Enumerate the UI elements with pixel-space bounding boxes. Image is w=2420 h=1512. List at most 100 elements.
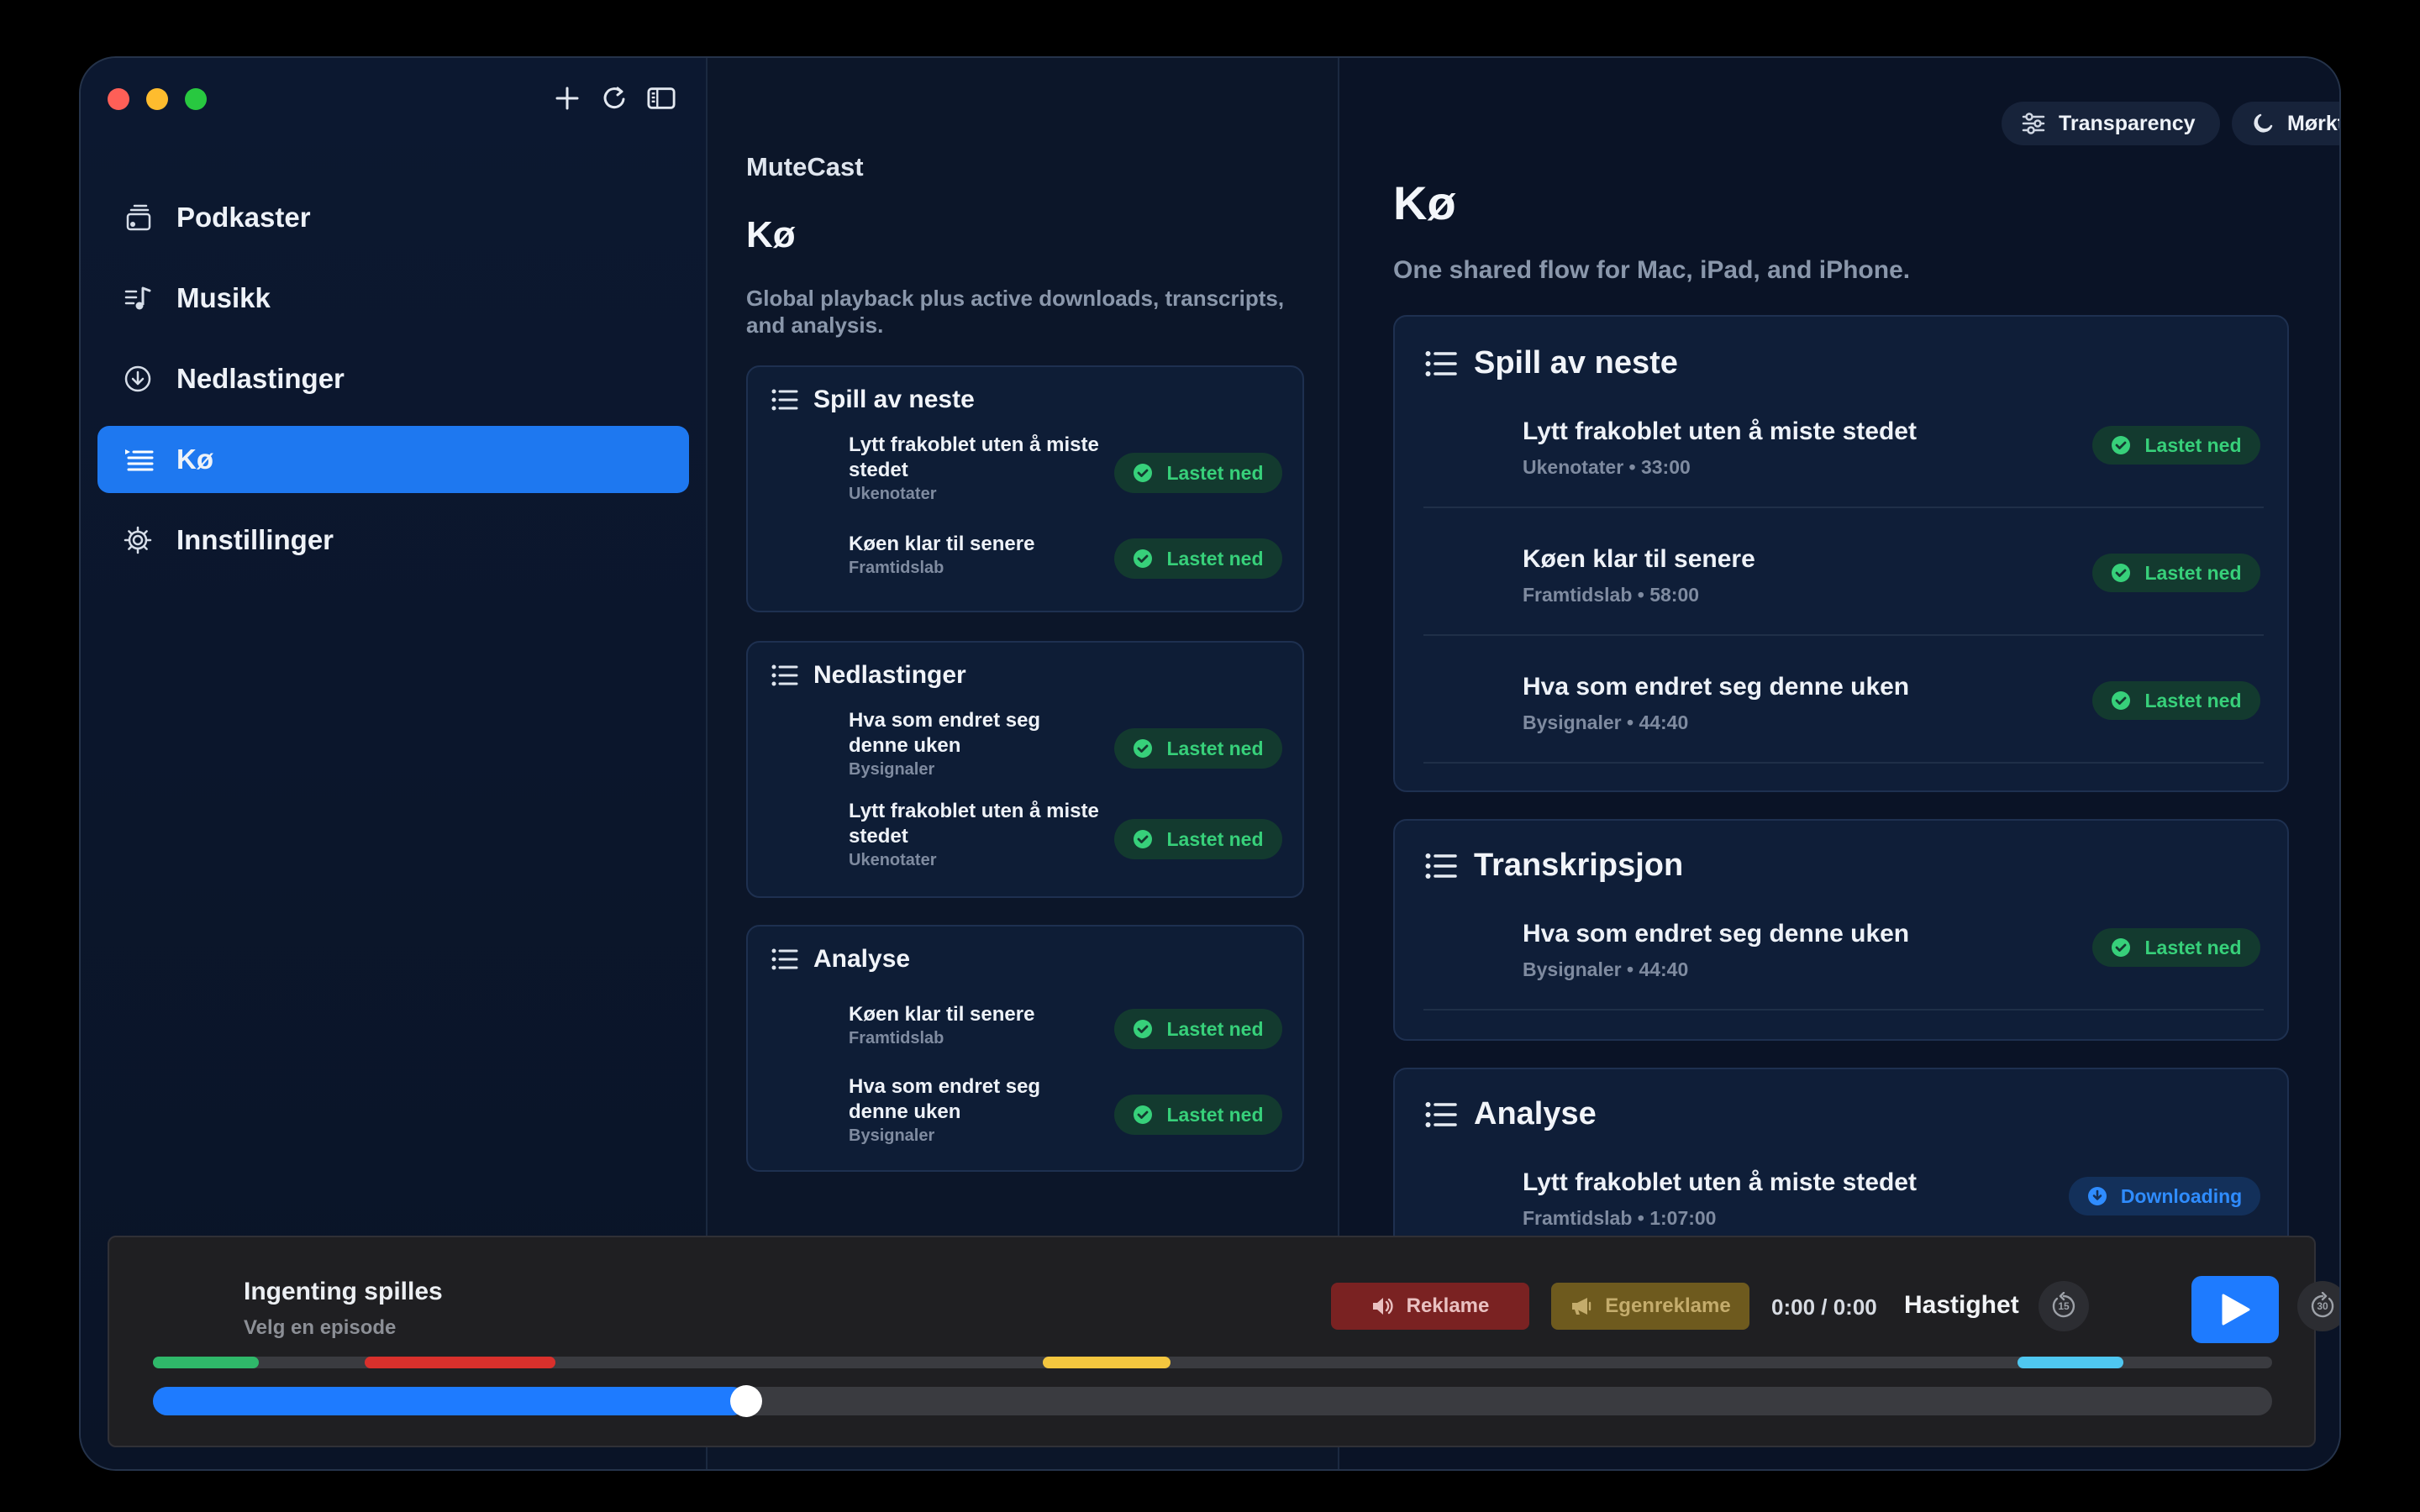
play-icon [2220,1293,2250,1326]
segment-marker [1043,1357,1171,1368]
section-card-nedlastinger: Nedlastinger Hva som endret seg denne uk… [746,641,1304,898]
section-card-spill-av-neste: Spill av neste Lytt frakoblet uten å mis… [1393,315,2289,792]
list-icon [771,388,798,412]
section-title: Spill av neste [813,386,975,413]
status-badge: Lastet ned [2092,681,2260,720]
music-list-icon [119,280,156,317]
section-title: Nedlastinger [813,661,966,689]
refresh-icon[interactable] [600,83,629,113]
list-item[interactable]: Køen klar til senere Framtidslab • 58:00 [1523,545,1755,606]
playback-time: 0:00 / 0:00 [1771,1294,1877,1320]
section-title: Analyse [813,945,911,973]
skip-selfpromo-label: Egenreklame [1605,1294,1731,1317]
checkmark-circle-icon [2111,435,2131,455]
item-title: Lytt frakoblet uten å miste stedet [1523,1168,1917,1196]
checkmark-circle-icon [2111,937,2131,958]
zoom-window-button[interactable] [185,88,207,110]
window-controls [108,88,207,110]
list-item[interactable]: Lytt frakoblet uten å miste stedet Ukeno… [1523,417,1917,479]
section-title: Transkripsjon [1474,848,1684,883]
list-item[interactable]: Lytt frakoblet uten å miste stedet Framt… [1523,1168,1917,1230]
status-label: Lastet ned [2144,689,2242,711]
item-title: Lytt frakoblet uten å miste stedet [1523,417,1917,445]
status-badge: Lastet ned [1114,819,1282,859]
list-item[interactable]: Hva som endret seg denne uken Bysignaler [849,708,1101,780]
skip-selfpromo-button[interactable]: Egenreklame [1551,1283,1749,1330]
app-window: Podkaster Musikk Nedlastinger Kø Innstil… [79,56,2341,1471]
playback-scrubber[interactable] [153,1385,2272,1417]
status-label: Lastet ned [1166,827,1264,850]
list-item[interactable]: Køen klar til senere Framtidslab [849,1002,1101,1048]
item-title: Hva som endret seg denne uken [849,709,1041,757]
play-button[interactable] [2191,1276,2279,1343]
skip-back-seconds: 15 [2058,1300,2070,1312]
add-icon[interactable] [553,83,581,113]
item-subtitle: Framtidslab [849,1029,944,1047]
app-name: MuteCast [746,152,864,181]
item-subtitle: Ukenotater [849,851,937,869]
item-title: Køen klar til senere [849,533,1035,555]
list-item[interactable]: Hva som endret seg denne uken Bysignaler… [1523,673,1909,734]
download-circle-icon [119,360,156,397]
sidebar-item-label: Podkaster [176,202,311,233]
transparency-label: Transparency [2059,111,2196,135]
list-icon [1425,350,1457,377]
status-label: Lastet ned [2144,936,2242,958]
item-subtitle: Framtidslab • 58:00 [1523,584,1700,606]
segment-marker [153,1357,260,1368]
sidebar-item-nedlastinger[interactable]: Nedlastinger [97,345,689,412]
skip-ad-button[interactable]: Reklame [1331,1283,1529,1330]
close-window-button[interactable] [108,88,129,110]
playback-speed-button[interactable]: Hastighet [1904,1291,2019,1320]
status-badge: Lastet ned [1114,728,1282,769]
item-subtitle: Bysignaler • 44:40 [1523,711,1689,733]
checkmark-circle-icon [2111,563,2131,583]
segment-markers-bar [153,1357,2272,1368]
list-item[interactable]: Hva som endret seg denne uken Bysignaler… [1523,920,1909,981]
item-title: Hva som endret seg denne uken [849,1075,1041,1123]
list-item[interactable]: Hva som endret seg denne uken Bysignaler [849,1074,1101,1146]
checkmark-circle-icon [1133,829,1153,849]
divider [1423,634,2264,636]
status-badge: Lastet ned [2092,426,2260,465]
item-title: Hva som endret seg denne uken [1523,673,1910,701]
detail-subtitle: One shared flow for Mac, iPad, and iPhon… [1393,256,1911,284]
section-card-spill-av-neste: Spill av neste Lytt frakoblet uten å mis… [746,365,1304,612]
scrubber-handle[interactable] [730,1385,763,1417]
speaker-icon [1371,1296,1395,1316]
sidebar-item-podkaster[interactable]: Podkaster [97,184,689,251]
skip-forward-button[interactable]: 30 [2297,1281,2339,1331]
status-label: Lastet ned [1166,737,1264,759]
sidebar-nav: Podkaster Musikk Nedlastinger Kø Innstil… [97,184,689,587]
sliders-icon [2022,113,2045,134]
item-subtitle: Bysignaler • 44:40 [1523,958,1689,980]
item-title: Lytt frakoblet uten å miste stedet [849,433,1099,481]
divider [1423,507,2264,508]
checkmark-circle-icon [2111,690,2131,711]
theme-label: Mørkt [2287,111,2341,135]
sidebar-item-innstillinger[interactable]: Innstillinger [97,507,689,574]
sidebar-item-musikk[interactable]: Musikk [97,265,689,332]
sidebar-item-ko[interactable]: Kø [97,426,689,493]
theme-toggle-button[interactable]: Mørkt [2232,102,2341,145]
podcast-stack-icon [119,199,156,236]
list-icon [771,664,798,687]
skip-forward-30-icon: 30 [2308,1292,2337,1320]
transparency-button[interactable]: Transparency [2002,102,2220,145]
item-subtitle: Ukenotater [849,485,937,503]
item-subtitle: Ukenotater • 33:00 [1523,456,1691,478]
status-label: Lastet ned [2144,561,2242,584]
list-item[interactable]: Køen klar til senere Framtidslab [849,532,1101,578]
section-title: Spill av neste [1474,345,1678,381]
list-item[interactable]: Lytt frakoblet uten å miste stedet Ukeno… [849,799,1101,870]
status-badge: Lastet ned [1114,1095,1282,1135]
checkmark-circle-icon [1133,463,1153,483]
status-label: Downloading [2120,1184,2243,1207]
section-card-analyse: Analyse Køen klar til senere Framtidslab… [746,925,1304,1172]
segment-marker [365,1357,556,1368]
sidebar-toggle-icon[interactable] [647,83,676,113]
list-item[interactable]: Lytt frakoblet uten å miste stedet Ukeno… [849,433,1101,504]
minimize-window-button[interactable] [146,88,168,110]
skip-back-button[interactable]: 15 [2039,1281,2089,1331]
item-title: Lytt frakoblet uten å miste stedet [849,800,1099,848]
